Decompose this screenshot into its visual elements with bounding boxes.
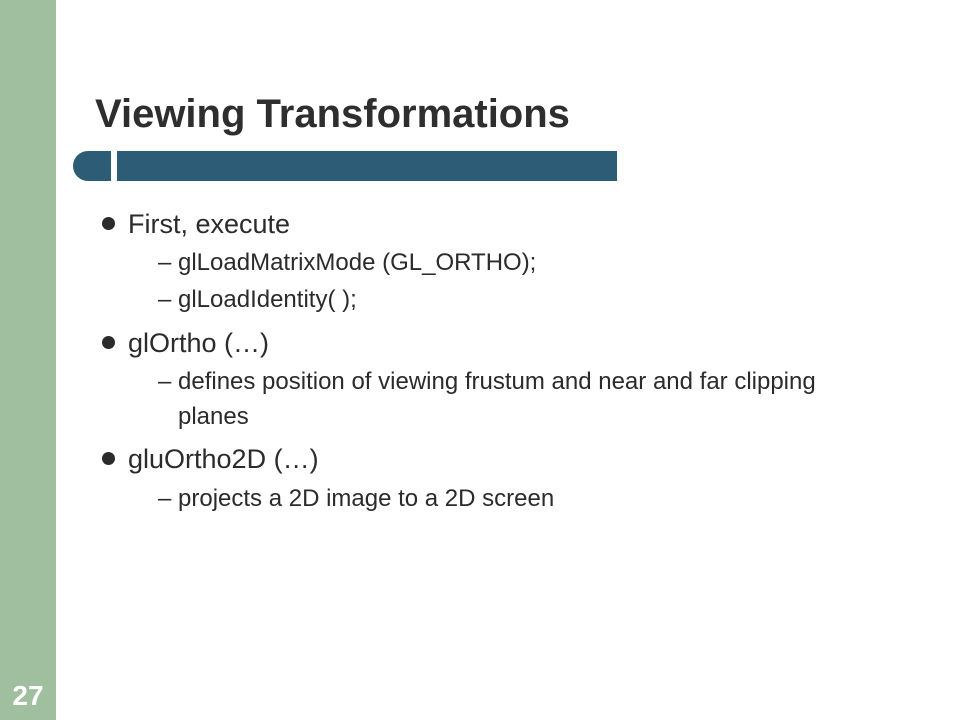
sub-bullet-text: defines position of viewing frustum and … [178,368,816,430]
sidebar-accent: 27 [0,0,56,720]
sub-bullet-text: projects a 2D image to a 2D screen [178,485,554,512]
page-title: Viewing Transformations [95,92,570,137]
title-divider [73,151,617,181]
sub-bullet-item: defines position of viewing frustum and … [158,365,890,435]
page-number: 27 [0,680,56,712]
sub-bullet-item: glLoadMatrixMode (GL_ORTHO); [158,246,890,281]
bullet-text: glOrtho (…) [128,328,269,358]
bullet-text: First, execute [128,209,290,239]
divider-pill [73,151,111,181]
sub-bullet-item: glLoadIdentity( ); [158,283,890,318]
sub-bullet-text: glLoadMatrixMode (GL_ORTHO); [178,249,536,276]
sub-bullet-item: projects a 2D image to a 2D screen [158,482,890,517]
divider-bar [117,151,617,181]
sub-bullet-text: glLoadIdentity( ); [178,286,357,313]
slide: 27 Viewing Transformations First, execut… [0,0,960,720]
bullet-item: glOrtho (…) defines position of viewing … [100,324,890,435]
slide-content: First, execute glLoadMatrixMode (GL_ORTH… [100,205,890,522]
bullet-text: gluOrtho2D (…) [128,444,319,474]
bullet-item: First, execute glLoadMatrixMode (GL_ORTH… [100,205,890,318]
bullet-item: gluOrtho2D (…) projects a 2D image to a … [100,440,890,516]
